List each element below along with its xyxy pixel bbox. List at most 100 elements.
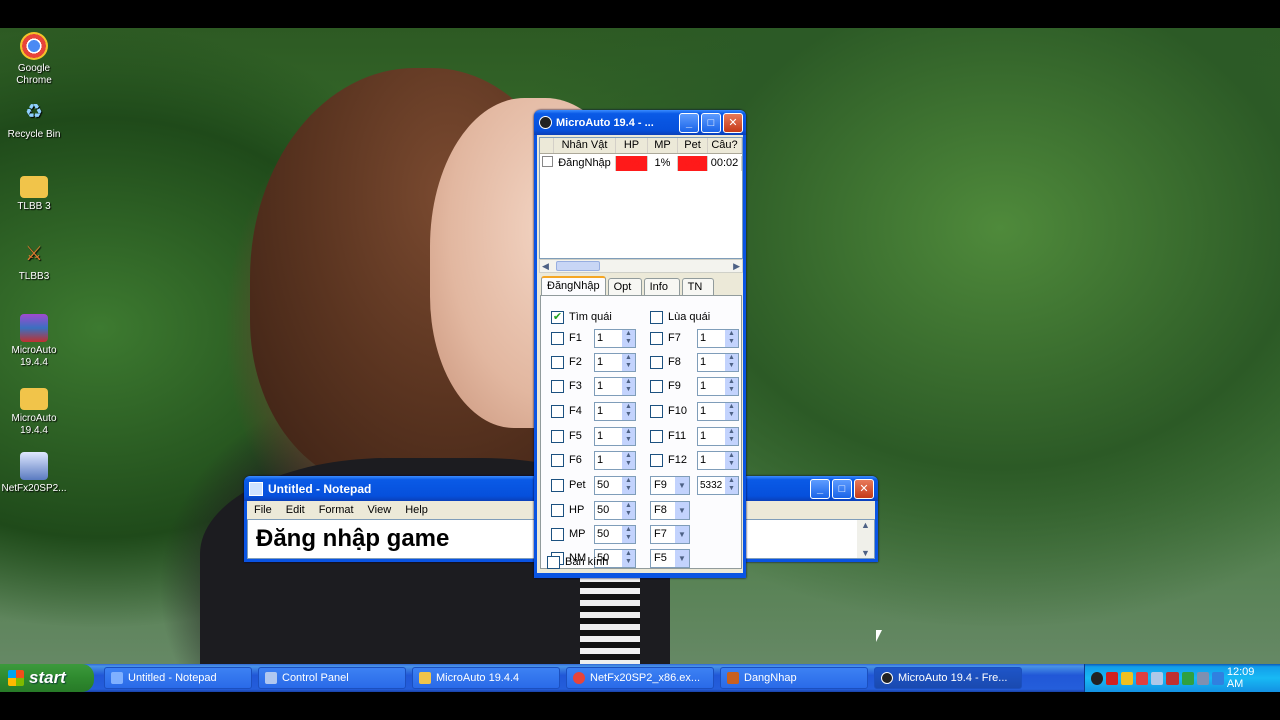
f11-checkbox[interactable] [650, 430, 663, 443]
scroll-up-icon[interactable]: ▲ [861, 520, 870, 530]
f2-spinner[interactable]: 1 ▲ ▼ [594, 353, 636, 372]
microauto-titlebar[interactable]: MicroAuto 19.4 - ... _ □ ✕ [534, 110, 746, 135]
f2-checkbox[interactable] [551, 356, 564, 369]
scroll-down-icon[interactable]: ▼ [861, 548, 870, 558]
f12-checkbox[interactable] [650, 454, 663, 467]
f6-checkbox[interactable] [551, 454, 564, 467]
column-header[interactable]: Nhân Vật [554, 138, 616, 153]
spinner-arrows-icon[interactable]: ▲ ▼ [622, 378, 635, 395]
close-button[interactable]: ✕ [723, 112, 743, 133]
spinner-arrows-icon[interactable]: ▲ ▼ [622, 403, 635, 420]
pet-key-select[interactable]: F9 ▼ [650, 476, 690, 495]
tab-dangnhap[interactable]: ĐăngNhập [541, 276, 606, 295]
microauto-window[interactable]: MicroAuto 19.4 - ... _ □ ✕ Nhân Vật HP M… [534, 110, 746, 578]
mp-spinner[interactable]: 50 ▲ ▼ [594, 525, 636, 544]
taskbar-item-netfx[interactable]: NetFx20SP2_x86.ex... [566, 667, 714, 689]
language-icon[interactable] [1211, 671, 1224, 685]
taskbar-item-microauto-folder[interactable]: MicroAuto 19.4.4 [412, 667, 560, 689]
f8-checkbox[interactable] [650, 356, 663, 369]
f4-checkbox[interactable] [551, 405, 564, 418]
chevron-down-icon[interactable]: ▼ [675, 526, 689, 543]
spinner-arrows-icon[interactable]: ▲ ▼ [622, 330, 635, 347]
taskbar-item-dangnhap[interactable]: DangNhap [720, 667, 868, 689]
desktop-icon-tlbb-3[interactable]: TLBB 3 [0, 172, 68, 213]
start-button[interactable]: start [0, 664, 94, 692]
character-list[interactable]: Nhân Vật HP MP Pet Câu? ĐăngNhập 1% 1% 0… [539, 137, 743, 259]
lua-quai-checkbox[interactable] [650, 311, 663, 324]
spinner-arrows-icon[interactable]: ▲ ▼ [622, 452, 635, 469]
tim-quai-checkbox[interactable]: ✔ [551, 311, 564, 324]
vertical-scrollbar[interactable]: ▲ ▼ [857, 520, 874, 558]
menu-format[interactable]: Format [312, 504, 361, 516]
minimize-button[interactable]: _ [810, 478, 830, 499]
menu-file[interactable]: File [247, 504, 279, 516]
column-header[interactable]: MP [648, 138, 678, 153]
f10-spinner[interactable]: 1 ▲ ▼ [697, 402, 739, 421]
spinner-arrows-icon[interactable]: ▲ ▼ [725, 378, 738, 395]
chevron-down-icon[interactable]: ▼ [675, 477, 689, 494]
menu-edit[interactable]: Edit [279, 504, 312, 516]
f3-spinner[interactable]: 1 ▲ ▼ [594, 377, 636, 396]
pet-extra-spinner[interactable]: 5332 ▲ ▼ [697, 476, 739, 495]
f7-spinner[interactable]: 1 ▲ ▼ [697, 329, 739, 348]
spinner-arrows-icon[interactable]: ▲ ▼ [725, 330, 738, 347]
f9-checkbox[interactable] [650, 380, 663, 393]
spinner-arrows-icon[interactable]: ▲ ▼ [725, 403, 738, 420]
table-row[interactable]: ĐăngNhập 1% 1% 0% 00:02 [540, 154, 742, 172]
spinner-arrows-icon[interactable]: ▲ ▼ [622, 428, 635, 445]
hp-spinner[interactable]: 50 ▲ ▼ [594, 501, 636, 520]
spinner-arrows-icon[interactable]: ▲ ▼ [725, 477, 738, 494]
spinner-arrows-icon[interactable]: ▲ ▼ [622, 502, 635, 519]
f3-checkbox[interactable] [551, 380, 564, 393]
chevron-down-icon[interactable]: ▼ [675, 502, 689, 519]
microauto-tray-icon[interactable] [1091, 671, 1104, 685]
column-header[interactable]: Câu? [708, 138, 742, 153]
column-header[interactable]: HP [616, 138, 648, 153]
desktop-icon-microauto-folder[interactable]: MicroAuto 19.4.4 [0, 384, 68, 437]
desktop-icon-recycle-bin[interactable]: ♻ Recycle Bin [0, 98, 68, 141]
hp-key-select[interactable]: F8 ▼ [650, 501, 690, 520]
chevron-down-icon[interactable]: ▼ [675, 550, 689, 567]
clock[interactable]: 12:09 AM [1227, 666, 1270, 690]
f10-checkbox[interactable] [650, 405, 663, 418]
spinner-arrows-icon[interactable]: ▲ ▼ [622, 526, 635, 543]
hp-checkbox[interactable] [551, 504, 564, 517]
menu-view[interactable]: View [361, 504, 399, 516]
f7-checkbox[interactable] [650, 332, 663, 345]
tab-opt[interactable]: Opt [607, 278, 642, 295]
taskbar-item-microauto[interactable]: MicroAuto 19.4 - Fre... [874, 667, 1022, 689]
desktop-icon-tlbb3[interactable]: ⚔ TLBB3 [0, 240, 68, 283]
menu-help[interactable]: Help [398, 504, 435, 516]
scroll-right-icon[interactable]: ▶ [733, 261, 742, 272]
f5-spinner[interactable]: 1 ▲ ▼ [594, 427, 636, 446]
mp-checkbox[interactable] [551, 528, 564, 541]
tab-info[interactable]: Info [643, 278, 680, 295]
update-icon[interactable] [1181, 671, 1194, 685]
mp-key-select[interactable]: F7 ▼ [650, 525, 690, 544]
desktop-icon-netfx[interactable]: NetFx20SP2... [0, 452, 68, 495]
desktop-icon-microauto-rar[interactable]: MicroAuto 19.4.4 [0, 314, 68, 369]
close-button[interactable]: ✕ [854, 478, 874, 499]
spinner-arrows-icon[interactable]: ▲ ▼ [725, 428, 738, 445]
antivirus-icon[interactable] [1106, 671, 1119, 685]
spinner-arrows-icon[interactable]: ▲ ▼ [622, 477, 635, 494]
horizontal-scrollbar[interactable]: ◀ ▶ [539, 259, 743, 273]
column-header[interactable]: Pet [678, 138, 708, 153]
volume-icon[interactable] [1196, 671, 1209, 685]
security-icon[interactable] [1136, 671, 1149, 685]
maximize-button[interactable]: □ [832, 478, 852, 499]
desktop-icon-chrome[interactable]: Google Chrome [0, 32, 68, 87]
pet-checkbox[interactable] [551, 479, 564, 492]
shield-icon[interactable] [1121, 671, 1134, 685]
row-checkbox[interactable] [541, 156, 553, 167]
tab-tn[interactable]: TN [681, 278, 714, 295]
network-icon[interactable] [1151, 671, 1164, 685]
taskbar-item-notepad[interactable]: Untitled - Notepad [104, 667, 252, 689]
scroll-thumb[interactable] [556, 261, 600, 271]
f5-checkbox[interactable] [551, 430, 564, 443]
f6-spinner[interactable]: 1 ▲ ▼ [594, 451, 636, 470]
maximize-button[interactable]: □ [701, 112, 721, 133]
f9-spinner[interactable]: 1 ▲ ▼ [697, 377, 739, 396]
f11-spinner[interactable]: 1 ▲ ▼ [697, 427, 739, 446]
scroll-left-icon[interactable]: ◀ [540, 261, 549, 272]
